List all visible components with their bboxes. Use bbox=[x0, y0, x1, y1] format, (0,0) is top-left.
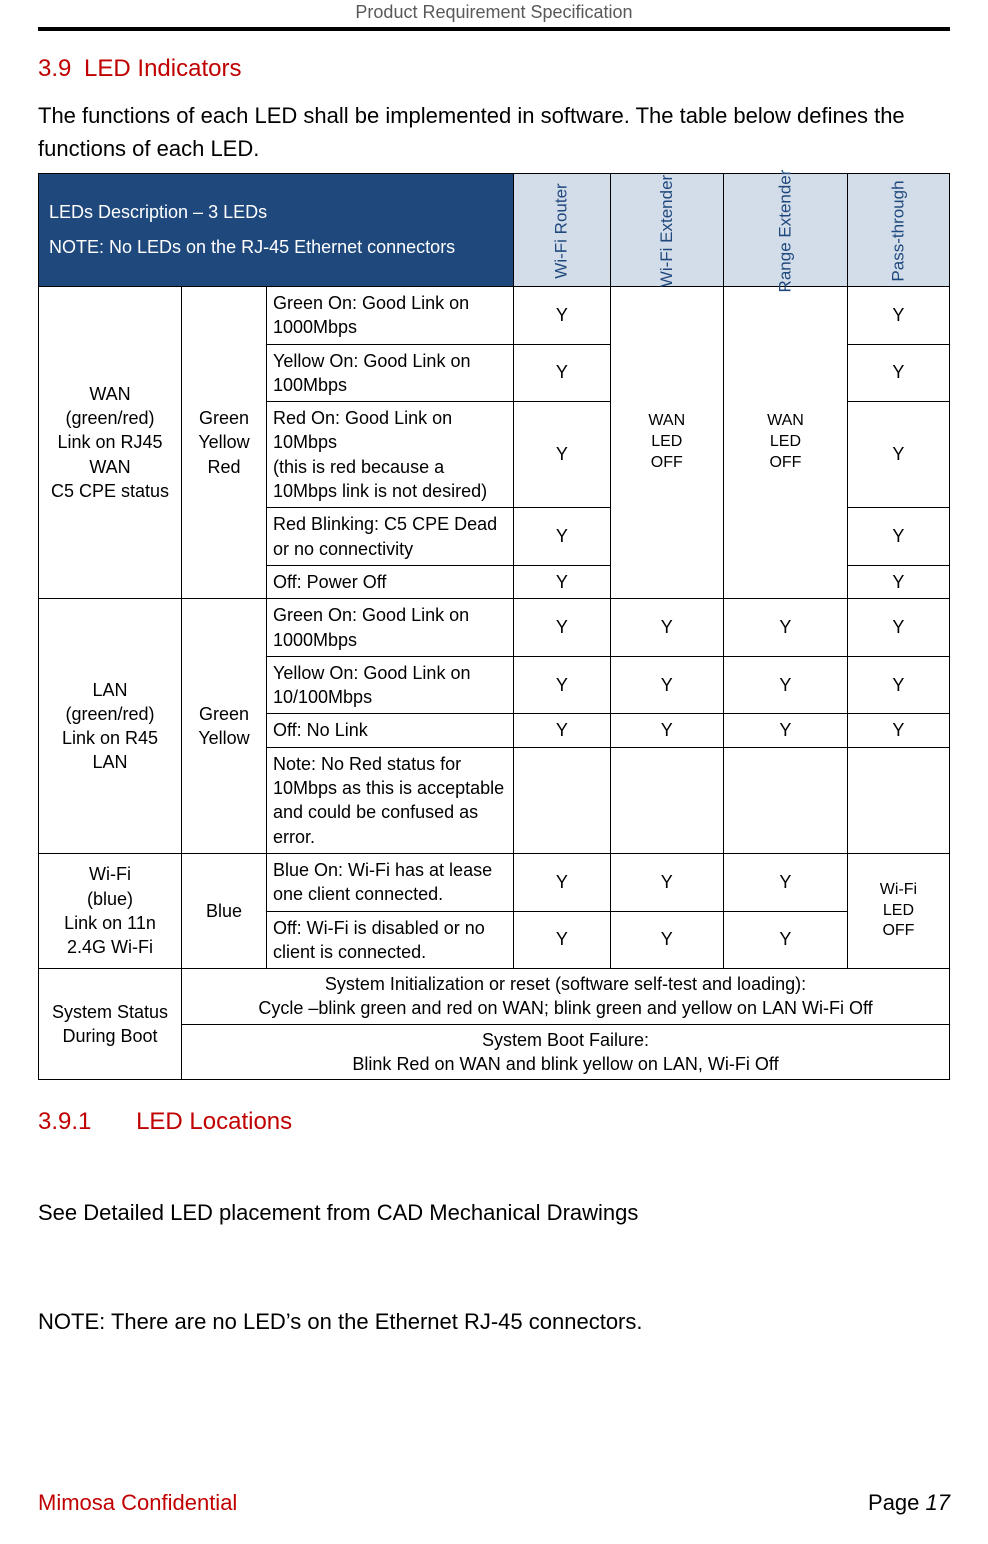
cell-y: Y bbox=[847, 344, 949, 402]
wan-row-desc: Off: Power Off bbox=[267, 565, 514, 598]
cell-y: Y bbox=[724, 714, 848, 747]
cell-y: Y bbox=[724, 853, 848, 911]
cell-empty bbox=[514, 747, 610, 853]
cell-y: Y bbox=[610, 911, 723, 969]
lan-row-desc: Note: No Red status for 10Mbps as this i… bbox=[267, 747, 514, 853]
subsection-note: NOTE: There are no LED’s on the Ethernet… bbox=[38, 1309, 950, 1335]
boot-row-1: System Initialization or reset (software… bbox=[182, 969, 950, 1025]
cell-empty bbox=[847, 747, 949, 853]
group-lan-label: LAN(green/red)Link on R45LAN bbox=[39, 599, 182, 854]
mode-header-wifi-router: Wi-Fi Router bbox=[514, 174, 610, 287]
section-title: LED Indicators bbox=[84, 55, 241, 82]
mode-header-label: Wi-Fi Router bbox=[552, 183, 572, 278]
cell-y: Y bbox=[514, 402, 610, 508]
cell-y: Y bbox=[514, 714, 610, 747]
group-wan-label: WAN(green/red)Link on RJ45WANC5 CPE stat… bbox=[39, 287, 182, 599]
header-rule bbox=[38, 27, 950, 31]
boot-row-2: System Boot Failure:Blink Red on WAN and… bbox=[182, 1024, 950, 1080]
cell-y: Y bbox=[847, 656, 949, 714]
cell-y: Y bbox=[514, 911, 610, 969]
cell-y: Y bbox=[724, 599, 848, 657]
document-running-header: Product Requirement Specification bbox=[38, 0, 950, 27]
mode-header-label: Range Extender bbox=[775, 169, 795, 292]
cell-y: Y bbox=[514, 287, 610, 345]
footer-page-label: Page bbox=[868, 1490, 926, 1515]
table-row: LAN(green/red)Link on R45LAN GreenYellow… bbox=[39, 599, 950, 657]
cell-y: Y bbox=[514, 344, 610, 402]
section-number: 3.9 bbox=[38, 55, 71, 82]
footer-page-number: 17 bbox=[926, 1490, 950, 1515]
lan-row-desc: Green On: Good Link on 1000Mbps bbox=[267, 599, 514, 657]
cell-empty bbox=[610, 747, 723, 853]
wan-row-desc: Red On: Good Link on 10Mbps(this is red … bbox=[267, 402, 514, 508]
cell-y: Y bbox=[724, 656, 848, 714]
table-header-main: LEDs Description – 3 LEDs NOTE: No LEDs … bbox=[39, 174, 514, 287]
group-wifi-colors: Blue bbox=[182, 853, 267, 968]
cell-y: Y bbox=[610, 656, 723, 714]
subsection-title: LED Locations bbox=[136, 1108, 292, 1135]
cell-y: Y bbox=[514, 565, 610, 598]
cell-y: Y bbox=[610, 853, 723, 911]
section-intro: The functions of each LED shall be imple… bbox=[38, 99, 950, 165]
cell-y: Y bbox=[514, 853, 610, 911]
table-row: Wi-Fi(blue)Link on 11n2.4G Wi-Fi Blue Bl… bbox=[39, 853, 950, 911]
mode-header-range-extender: Range Extender bbox=[724, 174, 848, 287]
cell-empty bbox=[724, 747, 848, 853]
lan-row-desc: Yellow On: Good Link on 10/100Mbps bbox=[267, 656, 514, 714]
footer-page: Page 17 bbox=[868, 1490, 950, 1516]
wan-row-desc: Red Blinking: C5 CPE Dead or no connecti… bbox=[267, 508, 514, 566]
wifi-row-desc: Off: Wi-Fi is disabled or no client is c… bbox=[267, 911, 514, 969]
cell-y: Y bbox=[610, 599, 723, 657]
mode-header-label: Wi-Fi Extender bbox=[657, 174, 677, 286]
group-wifi-label: Wi-Fi(blue)Link on 11n2.4G Wi-Fi bbox=[39, 853, 182, 968]
cell-y: Y bbox=[847, 287, 949, 345]
cell-y: Y bbox=[514, 656, 610, 714]
page-footer: Mimosa Confidential Page 17 bbox=[38, 1490, 950, 1516]
subsection-number: 3.9.1 bbox=[38, 1108, 91, 1135]
wan-wifi-ext-span: WANLEDOFF bbox=[610, 287, 723, 599]
cell-y: Y bbox=[514, 508, 610, 566]
table-header-line1: LEDs Description – 3 LEDs bbox=[49, 202, 503, 223]
subsection-heading: 3.9.1 LED Locations bbox=[38, 1108, 950, 1136]
table-row: WAN(green/red)Link on RJ45WANC5 CPE stat… bbox=[39, 287, 950, 345]
mode-header-pass-through: Pass-through bbox=[847, 174, 949, 287]
cell-y: Y bbox=[847, 714, 949, 747]
group-wan-colors: GreenYellowRed bbox=[182, 287, 267, 599]
cell-y: Y bbox=[847, 565, 949, 598]
mode-header-wifi-extender: Wi-Fi Extender bbox=[610, 174, 723, 287]
wifi-pass-span: Wi-FiLEDOFF bbox=[847, 853, 949, 968]
wifi-row-desc: Blue On: Wi-Fi has at lease one client c… bbox=[267, 853, 514, 911]
wan-row-desc: Yellow On: Good Link on 100Mbps bbox=[267, 344, 514, 402]
mode-header-label: Pass-through bbox=[888, 180, 908, 281]
cell-y: Y bbox=[610, 714, 723, 747]
cell-y: Y bbox=[847, 402, 949, 508]
cell-y: Y bbox=[847, 599, 949, 657]
section-heading: 3.9 LED Indicators bbox=[38, 55, 950, 83]
cell-y: Y bbox=[724, 911, 848, 969]
cell-y: Y bbox=[847, 508, 949, 566]
table-row: System Status During Boot System Initial… bbox=[39, 969, 950, 1025]
led-table: LEDs Description – 3 LEDs NOTE: No LEDs … bbox=[38, 173, 950, 1080]
group-boot-label: System Status During Boot bbox=[39, 969, 182, 1080]
table-header-line2: NOTE: No LEDs on the RJ-45 Ethernet conn… bbox=[49, 237, 503, 258]
footer-confidential: Mimosa Confidential bbox=[38, 1490, 237, 1516]
cell-y: Y bbox=[514, 599, 610, 657]
wan-range-ext-span: WANLEDOFF bbox=[724, 287, 848, 599]
subsection-body: See Detailed LED placement from CAD Mech… bbox=[38, 1196, 950, 1229]
lan-row-desc: Off: No Link bbox=[267, 714, 514, 747]
group-lan-colors: GreenYellow bbox=[182, 599, 267, 854]
wan-row-desc: Green On: Good Link on 1000Mbps bbox=[267, 287, 514, 345]
